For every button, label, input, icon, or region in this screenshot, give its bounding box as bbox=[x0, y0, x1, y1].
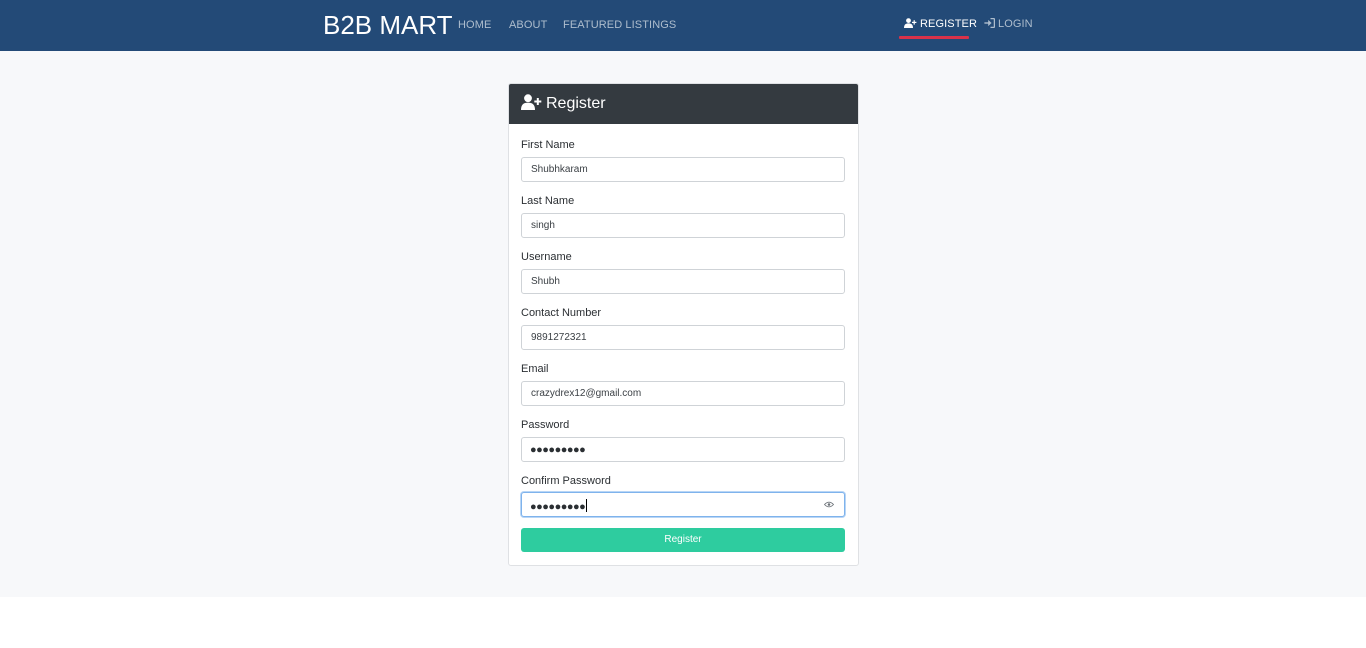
password-value: ●●●●●●●●● bbox=[530, 444, 586, 456]
password-label: Password bbox=[521, 419, 570, 431]
last-name-value: singh bbox=[531, 220, 555, 231]
confirm-password-value: ●●●●●●●●● bbox=[530, 501, 586, 513]
confirm-password-input[interactable]: ●●●●●●●●● bbox=[521, 492, 845, 517]
contact-number-input[interactable]: 9891272321 bbox=[521, 325, 845, 350]
nav-login-label: LOGIN bbox=[998, 18, 1033, 30]
card-header: Register bbox=[509, 84, 858, 124]
first-name-value: Shubhkaram bbox=[531, 164, 588, 175]
username-value: Shubh bbox=[531, 276, 560, 287]
brand-logo[interactable]: B2B MART bbox=[323, 9, 453, 41]
nav-home[interactable]: HOME bbox=[458, 19, 491, 32]
active-nav-indicator bbox=[899, 36, 969, 39]
confirm-password-value-wrap: ●●●●●●●●● bbox=[530, 499, 588, 513]
user-plus-icon bbox=[904, 18, 917, 28]
nav-register-label: REGISTER bbox=[920, 18, 978, 30]
nav-register[interactable]: REGISTER bbox=[904, 18, 977, 31]
navbar: B2B MART HOME ABOUT FEATURED LISTINGS RE… bbox=[0, 0, 1366, 51]
nav-about[interactable]: ABOUT bbox=[509, 19, 547, 32]
register-card: Register First Name Shubhkaram Last Name… bbox=[508, 83, 859, 566]
contact-number-label: Contact Number bbox=[521, 307, 602, 319]
last-name-label: Last Name bbox=[521, 195, 575, 207]
user-plus-icon bbox=[521, 94, 542, 110]
nav-login[interactable]: LOGIN bbox=[984, 17, 1033, 31]
first-name-input[interactable]: Shubhkaram bbox=[521, 157, 845, 182]
email-label: Email bbox=[521, 363, 549, 375]
email-input[interactable]: crazydrex12@gmail.com bbox=[521, 381, 845, 406]
register-button[interactable]: Register bbox=[521, 528, 845, 552]
first-name-label: First Name bbox=[521, 139, 575, 151]
nav-featured-listings[interactable]: FEATURED LISTINGS bbox=[563, 19, 676, 32]
confirm-password-label: Confirm Password bbox=[521, 475, 611, 487]
eye-icon[interactable] bbox=[824, 501, 834, 508]
register-button-label: Register bbox=[664, 534, 702, 545]
text-caret bbox=[586, 499, 588, 512]
email-value: crazydrex12@gmail.com bbox=[531, 388, 642, 399]
contact-number-value: 9891272321 bbox=[531, 332, 587, 343]
card-title: Register bbox=[546, 95, 606, 112]
username-label: Username bbox=[521, 251, 572, 263]
sign-in-icon bbox=[984, 17, 996, 29]
username-input[interactable]: Shubh bbox=[521, 269, 845, 294]
password-input[interactable]: ●●●●●●●●● bbox=[521, 437, 845, 462]
last-name-input[interactable]: singh bbox=[521, 213, 845, 238]
